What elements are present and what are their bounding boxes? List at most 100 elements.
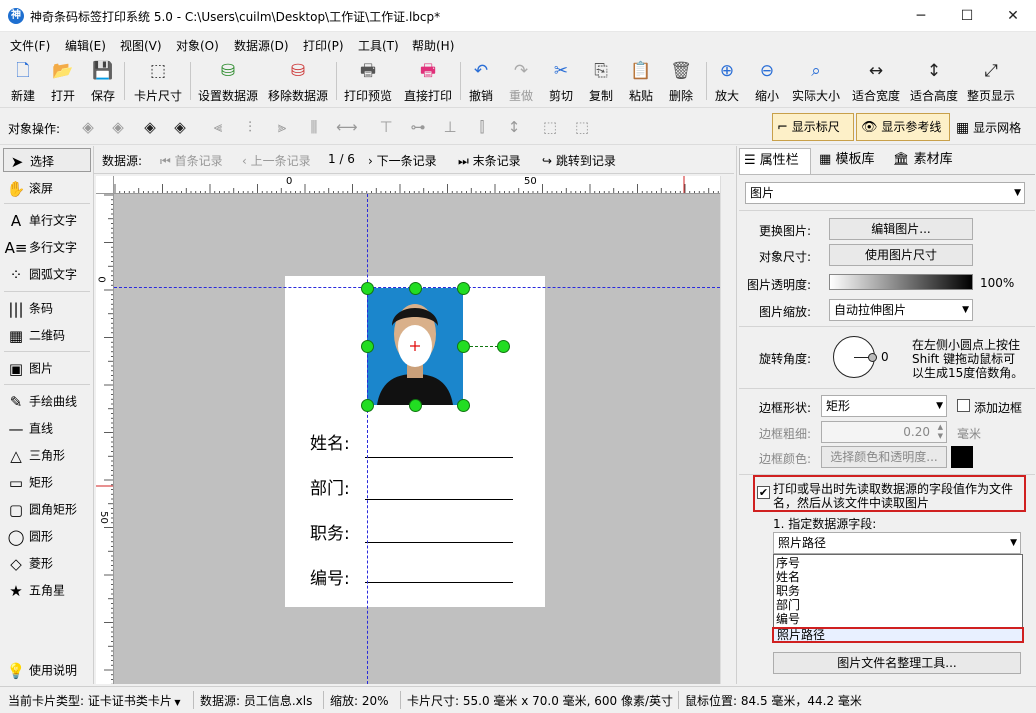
fit-height-button[interactable]: ↕ 适合高度 (906, 58, 962, 106)
tool-barcode[interactable]: ||| 条码 (3, 296, 91, 320)
fit-page-button[interactable]: ⤢ 整页显示 (964, 58, 1018, 106)
undo-button[interactable]: ↶ 撤销 (464, 58, 498, 106)
add-border-checkbox[interactable] (957, 399, 970, 412)
jump-record-button[interactable]: ↪ 跳转到记录 (542, 152, 616, 169)
zoom-in-button[interactable]: ⊕ 放大 (710, 58, 744, 106)
align-left-icon[interactable]: ⫷ (208, 117, 228, 137)
vertical-guide[interactable] (367, 194, 368, 684)
menu-datasource[interactable]: 数据源(D) (234, 37, 289, 54)
print-preview-button[interactable]: 🖶 打印预览 (340, 58, 396, 106)
zoom-out-button[interactable]: ⊖ 缩小 (750, 58, 784, 106)
resize-handle-n[interactable] (409, 282, 422, 295)
menu-edit[interactable]: 编辑(E) (65, 37, 106, 54)
menu-view[interactable]: 视图(V) (120, 37, 162, 54)
tool-help-bulb[interactable]: 💡 使用说明 (3, 658, 91, 682)
tool-single-line-text[interactable]: A 单行文字 (3, 208, 91, 232)
status-card-type[interactable]: 当前卡片类型: 证卡证书类卡片 ▼ (8, 692, 181, 709)
scale-select[interactable]: 自动拉伸图片 ▼ (829, 299, 973, 321)
design-canvas[interactable]: 姓名: 部门: 职务: 编号: (114, 194, 720, 684)
align-middle-icon[interactable]: ⊶ (408, 117, 428, 137)
same-width-icon[interactable]: ⟷ (336, 117, 358, 137)
field-option-6[interactable]: 照片路径 (772, 627, 1024, 643)
distribute-h-icon[interactable]: ⫼ (304, 117, 324, 137)
object-type-select[interactable]: 图片 ▼ (745, 182, 1025, 204)
layer-down-icon[interactable]: ◈ (108, 117, 128, 137)
tab-properties[interactable]: ☰ 属性栏 (739, 148, 811, 174)
tool-star[interactable]: ★ 五角星 (3, 578, 91, 602)
card-size-button[interactable]: ⬚ 卡片尺寸 (130, 58, 186, 106)
resize-handle-ne[interactable] (457, 282, 470, 295)
resize-handle-w[interactable] (361, 340, 374, 353)
rotation-handle[interactable] (497, 340, 510, 353)
prev-record-button[interactable]: ‹ 上一条记录 (242, 152, 311, 169)
menu-file[interactable]: 文件(F) (10, 37, 50, 54)
maximize-button[interactable]: ☐ (944, 0, 990, 32)
tool-qrcode[interactable]: ▦ 二维码 (3, 323, 91, 347)
resize-handle-s[interactable] (409, 399, 422, 412)
rotation-dial[interactable] (833, 336, 877, 378)
tool-diamond[interactable]: ◇ 菱形 (3, 551, 91, 575)
show-guides-toggle[interactable]: 👁 显示参考线 (856, 113, 950, 141)
copy-button[interactable]: ⎘ 复制 (584, 58, 618, 106)
use-image-size-button[interactable]: 使用图片尺寸 (829, 244, 973, 266)
layer-top-icon[interactable]: ◈ (140, 117, 160, 137)
group-icon[interactable]: ⬚ (540, 117, 560, 137)
remove-datasource-button[interactable]: ⛁ 移除数据源 (266, 58, 330, 106)
ungroup-icon[interactable]: ⬚ (572, 117, 592, 137)
menu-help[interactable]: 帮助(H) (412, 37, 454, 54)
tab-templates[interactable]: ▦ 模板库 (815, 148, 887, 174)
close-button[interactable]: ✕ (990, 0, 1036, 32)
first-record-button[interactable]: ⏮ 首条记录 (160, 152, 223, 169)
show-ruler-toggle[interactable]: ⌐ 显示标尺 (772, 113, 854, 141)
tool-circle[interactable]: ◯ 圆形 (3, 524, 91, 548)
border-width-input[interactable]: 0.20 ▲ ▼ (821, 421, 947, 443)
resize-handle-e[interactable] (457, 340, 470, 353)
resize-handle-se[interactable] (457, 399, 470, 412)
new-file-button[interactable]: 🗋 新建 (6, 58, 40, 106)
tool-select-arrow[interactable]: ➤ 选择 (3, 148, 91, 172)
delete-button[interactable]: 🗑 删除 (664, 58, 698, 106)
menu-object[interactable]: 对象(O) (176, 37, 219, 54)
read-from-ds-checkbox[interactable]: ✔ (757, 486, 770, 499)
id-card[interactable]: 姓名: 部门: 职务: 编号: (285, 276, 545, 607)
border-color-swatch[interactable] (951, 446, 973, 468)
tool-triangle[interactable]: △ 三角形 (3, 443, 91, 467)
border-color-button[interactable]: 选择颜色和透明度... (821, 446, 947, 468)
field-option-4[interactable]: 部门 (776, 599, 1022, 612)
tool-rounded-rect[interactable]: ▢ 圆角矩形 (3, 497, 91, 521)
filename-organize-tool-button[interactable]: 图片文件名整理工具... (773, 652, 1021, 674)
fit-width-button[interactable]: ↔ 适合宽度 (848, 58, 904, 106)
field-option-3[interactable]: 职务 (776, 585, 1022, 598)
resize-handle-nw[interactable] (361, 282, 374, 295)
tool-image[interactable]: ▣ 图片 (3, 356, 91, 380)
field-option-5[interactable]: 编号 (776, 613, 1022, 626)
last-record-button[interactable]: ⏭ 末条记录 (458, 152, 521, 169)
tool-multi-line-text[interactable]: A≡ 多行文字 (3, 235, 91, 259)
tool-arc-text[interactable]: ⁘ 圆弧文字 (3, 262, 91, 286)
tool-hand-scroll[interactable]: ✋ 滚屏 (3, 176, 91, 200)
layer-up-icon[interactable]: ◈ (78, 117, 98, 137)
tool-freehand[interactable]: ✎ 手绘曲线 (3, 389, 91, 413)
paste-button[interactable]: 📋 粘贴 (624, 58, 658, 106)
redo-button[interactable]: ↷ 重做 (504, 58, 538, 106)
canvas-vertical-scrollbar[interactable] (720, 176, 734, 684)
open-file-button[interactable]: 📂 打开 (44, 58, 82, 106)
next-record-button[interactable]: › 下一条记录 (368, 152, 437, 169)
edit-image-button[interactable]: 编辑图片... (829, 218, 973, 240)
layer-bottom-icon[interactable]: ◈ (170, 117, 190, 137)
field-option-2[interactable]: 姓名 (776, 571, 1022, 584)
opacity-slider[interactable] (829, 274, 973, 290)
tab-materials[interactable]: 🏛 素材库 (889, 148, 959, 174)
border-shape-select[interactable]: 矩形 ▼ (821, 395, 947, 417)
minimize-button[interactable]: ─ (898, 0, 944, 32)
align-top-icon[interactable]: ⊤ (376, 117, 396, 137)
menu-print[interactable]: 打印(P) (303, 37, 344, 54)
align-right-icon[interactable]: ⫸ (272, 117, 292, 137)
print-button[interactable]: 🖶 直接打印 (400, 58, 456, 106)
align-bottom-icon[interactable]: ⊥ (440, 117, 460, 137)
cut-button[interactable]: ✂ 剪切 (544, 58, 578, 106)
align-center-icon[interactable]: ⫶ (240, 117, 260, 137)
save-button[interactable]: 💾 保存 (84, 58, 122, 106)
actual-size-button[interactable]: ⌕ 实际大小 (788, 58, 844, 106)
show-grid-toggle[interactable]: ▦ 显示网格 (956, 119, 1021, 136)
